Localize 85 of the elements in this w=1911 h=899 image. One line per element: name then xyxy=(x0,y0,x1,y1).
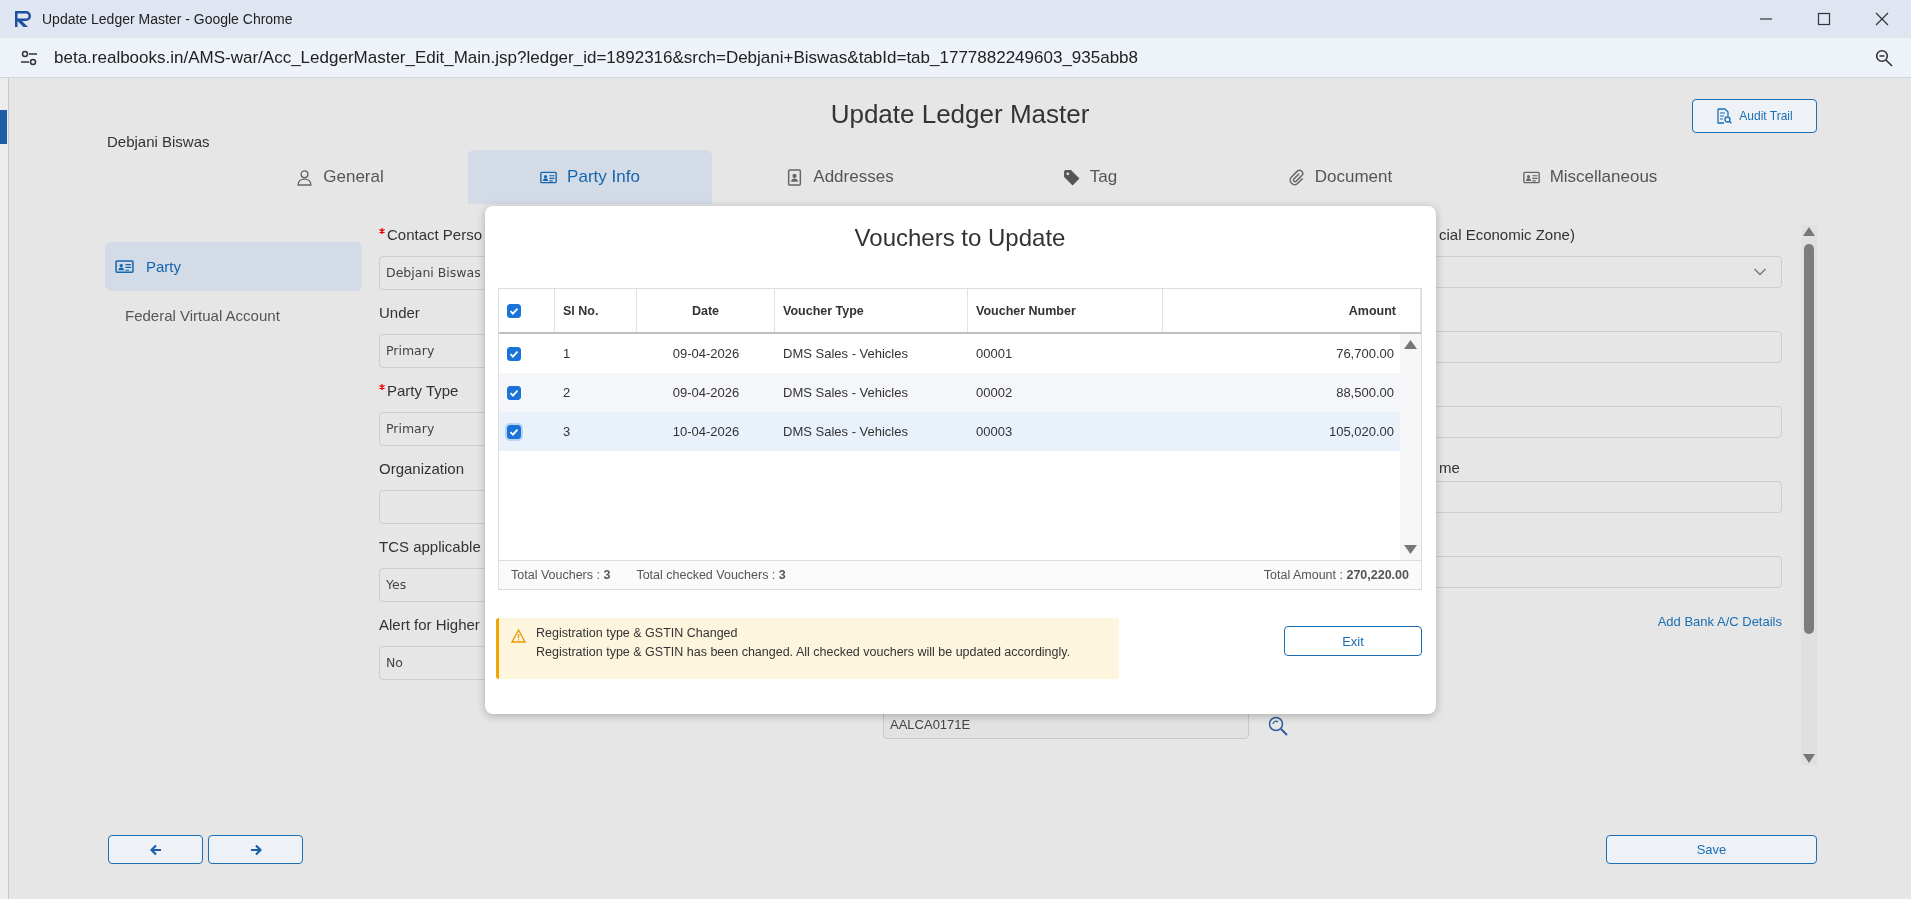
tag-icon xyxy=(1062,168,1080,186)
tab[interactable]: Addresses xyxy=(718,150,962,204)
app-logo-icon xyxy=(14,10,32,28)
tab[interactable]: Party Info xyxy=(468,150,712,204)
tab[interactable]: Document xyxy=(1218,150,1462,204)
scrollbar-thumb[interactable] xyxy=(1804,244,1814,634)
table-cell-text: DMS Sales - Vehicles xyxy=(782,384,909,402)
field-label: Alert for Higher xyxy=(379,615,480,635)
field-label: me xyxy=(1438,458,1461,478)
chevron-down-icon xyxy=(1753,267,1767,277)
scrollbar[interactable] xyxy=(1801,225,1817,765)
side-marker xyxy=(0,110,7,144)
column-header: Voucher Type xyxy=(775,289,968,332)
table-cell-text: 10-04-2026 xyxy=(671,423,741,441)
add-bank-details-link[interactable]: Add Bank A/C Details xyxy=(1657,614,1782,629)
table-cell-text: 2 xyxy=(562,384,572,402)
table-cell-text: 88,500.00 xyxy=(1335,384,1395,402)
total-checked-vouchers: Total checked Vouchers : 3 xyxy=(636,568,786,582)
zoom-icon[interactable] xyxy=(1875,48,1893,67)
field-label: cial Economic Zone) xyxy=(1438,225,1576,245)
table-cell-text: DMS Sales - Vehicles xyxy=(782,345,909,363)
checkmark-icon xyxy=(509,387,519,398)
tab[interactable]: General xyxy=(218,150,462,204)
checkbox[interactable] xyxy=(507,303,521,318)
maximize-icon xyxy=(1817,12,1831,26)
exit-button[interactable]: Exit xyxy=(1284,626,1422,656)
document-search-icon xyxy=(1716,108,1733,124)
tab[interactable]: Miscellaneous xyxy=(1468,150,1712,204)
table-row[interactable]: 3 10-04-2026 DMS Sales - Vehicles 00003 105,020.00 xyxy=(499,412,1400,451)
checkbox[interactable] xyxy=(507,346,521,361)
total-amount: Total Amount : 270,220.00 xyxy=(1263,568,1409,582)
table-cell-text: 00003 xyxy=(975,423,1014,441)
site-settings-icon[interactable] xyxy=(20,48,38,67)
alert-title: Registration type & GSTIN Changed xyxy=(536,626,739,640)
page-title: Update Ledger Master xyxy=(830,99,1090,131)
previous-button[interactable] xyxy=(108,835,203,864)
total-vouchers: Total Vouchers : 3 xyxy=(511,568,611,582)
checkbox[interactable] xyxy=(507,385,521,400)
sidebar-item[interactable]: Federal Virtual Account xyxy=(105,291,362,340)
field-label: Organization xyxy=(379,459,465,479)
table-row[interactable]: 2 09-04-2026 DMS Sales - Vehicles 00002 88,500.00 xyxy=(499,373,1400,412)
arrow-left-icon xyxy=(149,843,162,856)
id-card-icon xyxy=(115,259,134,274)
table-cell-text: 3 xyxy=(562,423,572,441)
tab[interactable]: Tag xyxy=(968,150,1212,204)
audit-trail-button[interactable]: Audit Trail xyxy=(1692,99,1817,133)
warning-icon xyxy=(511,629,526,643)
table-cell-text: 76,700.00 xyxy=(1335,345,1395,363)
checkbox[interactable] xyxy=(507,424,521,439)
sidebar-item[interactable]: Party xyxy=(105,242,362,291)
person-icon xyxy=(296,168,314,186)
arrow-right-icon xyxy=(249,843,262,856)
table-cell-text: 09-04-2026 xyxy=(671,384,741,402)
field-label: Party Type xyxy=(387,381,459,401)
scroll-up-icon[interactable] xyxy=(1803,227,1815,236)
column-header: Sl No. xyxy=(555,289,637,332)
checkmark-icon xyxy=(509,305,519,316)
table-cell-text: 105,020.00 xyxy=(1327,423,1395,441)
scroll-up-icon[interactable] xyxy=(1404,340,1417,349)
window-title: Update Ledger Master - Google Chrome xyxy=(42,11,294,27)
table-cell-text: 00002 xyxy=(975,384,1014,402)
table-cell-text: 1 xyxy=(562,345,572,363)
scrollbar[interactable] xyxy=(1400,334,1421,560)
column-header: Voucher Number xyxy=(968,289,1163,332)
table-cell-text: 09-04-2026 xyxy=(671,345,741,363)
checkmark-icon xyxy=(509,348,519,359)
party-name: Debjani Biswas xyxy=(107,133,211,150)
contact-book-icon xyxy=(786,168,804,186)
search-icon[interactable] xyxy=(1267,715,1289,737)
scroll-down-icon[interactable] xyxy=(1803,754,1815,763)
dialog-title: Vouchers to Update xyxy=(853,223,1067,253)
field-label: Contact Perso xyxy=(387,225,483,245)
checkmark-icon xyxy=(509,426,519,437)
column-header: Amount xyxy=(1163,289,1421,332)
save-button[interactable]: Save xyxy=(1606,835,1817,864)
next-button[interactable] xyxy=(208,835,303,864)
field-label: TCS applicable xyxy=(379,537,481,557)
table-cell-text: DMS Sales - Vehicles xyxy=(782,423,909,441)
alert-message: Registration type & GSTIN has been changed. All checked vouchers will be updated accordingly. xyxy=(536,645,1071,659)
column-header: Date xyxy=(637,289,775,332)
paperclip-icon xyxy=(1287,168,1305,186)
close-icon xyxy=(1875,12,1889,26)
table-cell-text: 00001 xyxy=(975,345,1014,363)
field-label: Under xyxy=(379,303,420,323)
scroll-down-icon[interactable] xyxy=(1404,545,1417,554)
